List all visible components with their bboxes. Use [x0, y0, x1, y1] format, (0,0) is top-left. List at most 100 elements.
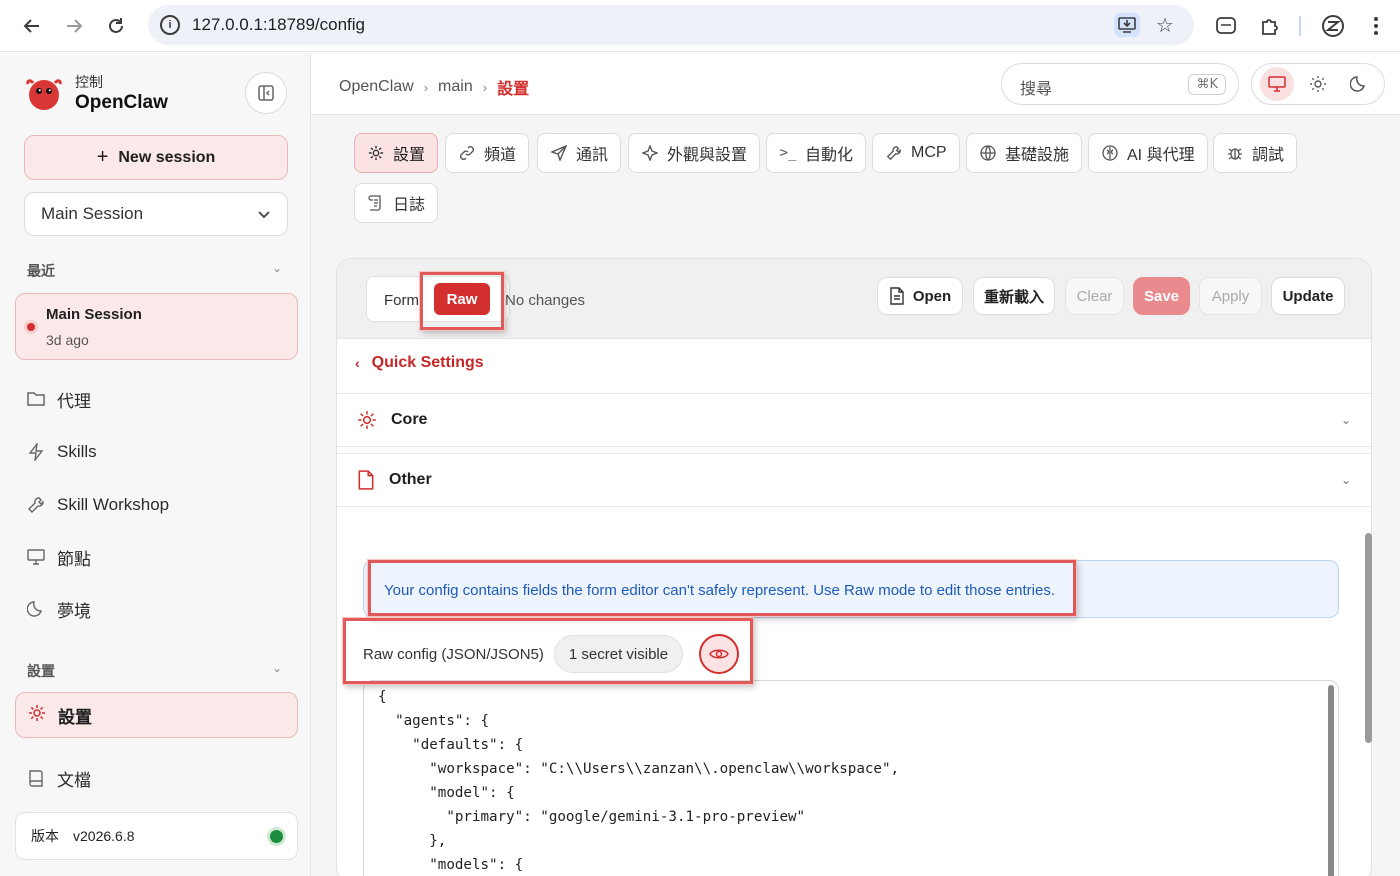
tab-appearance[interactable]: 外觀與設置 [628, 133, 761, 173]
mode-form-button[interactable]: Form [384, 292, 419, 309]
tab-infrastructure[interactable]: 基礎設施 [966, 133, 1083, 173]
recent-collapse-icon[interactable]: ⌄ [272, 261, 282, 275]
new-session-label: New session [118, 148, 216, 166]
plus-icon: + [96, 146, 109, 168]
sidebar-item-nodes[interactable]: 節點 [27, 545, 91, 569]
sidebar-item-skill-workshop[interactable]: Skill Workshop [27, 493, 169, 517]
sidebar-item-dreams[interactable]: 夢境 [27, 597, 91, 621]
config-editor-panel: Form Raw No changes Open 重新載入 Clear Save… [336, 258, 1372, 876]
theme-dark-button[interactable] [1342, 67, 1376, 101]
raw-config-textarea[interactable]: { "agents": { "defaults": { "workspace":… [363, 680, 1339, 876]
reload-button[interactable]: 重新載入 [973, 277, 1055, 315]
open-button[interactable]: Open [877, 277, 963, 315]
site-info-icon[interactable]: i [160, 15, 180, 35]
recent-session-item[interactable]: Main Session 3d ago [15, 293, 298, 360]
breadcrumb-item[interactable]: OpenClaw [339, 78, 414, 96]
tab-debug[interactable]: 調試 [1213, 133, 1298, 173]
theme-system-button[interactable] [1259, 67, 1294, 101]
tab-ai-agents[interactable]: AI 與代理 [1088, 133, 1208, 173]
link-icon [458, 145, 476, 161]
apply-button[interactable]: Apply [1199, 277, 1262, 315]
tab-label: 設置 [393, 147, 426, 164]
sidebar: 控制 OpenClaw + New session Main Session 最… [0, 53, 311, 876]
tab-mcp[interactable]: MCP [872, 133, 960, 173]
scroll-icon [367, 195, 385, 211]
collapse-sidebar-button[interactable] [245, 72, 287, 114]
tab-channels[interactable]: 頻道 [445, 133, 530, 173]
mode-raw-button[interactable]: Raw [434, 283, 490, 315]
brand-title: OpenClaw [75, 92, 168, 113]
breadcrumb-item[interactable]: main [438, 78, 473, 96]
session-select-value: Main Session [41, 204, 144, 223]
moon-icon [27, 600, 45, 618]
reload-icon[interactable] [100, 10, 132, 42]
gear-icon [358, 411, 376, 429]
toggle-secrets-button[interactable] [699, 634, 740, 674]
chevron-down-icon [258, 211, 270, 219]
update-button[interactable]: Update [1271, 277, 1345, 315]
active-session-dot [27, 323, 35, 331]
status-ok-dot [270, 830, 283, 843]
section-title: Core [391, 411, 428, 428]
quick-settings-link[interactable]: ‹ Quick Settings [355, 354, 484, 372]
sidebar-item-docs[interactable]: 文檔 [27, 766, 91, 790]
new-session-button[interactable]: + New session [24, 135, 288, 180]
monitor-icon [27, 548, 45, 566]
search-placeholder: 搜尋 [1020, 81, 1053, 98]
back-icon[interactable] [16, 10, 48, 42]
chevron-down-icon: ⌄ [1340, 413, 1351, 427]
bookmark-star-icon[interactable]: ☆ [1152, 13, 1178, 37]
profile-avatar-icon[interactable] [1319, 12, 1347, 40]
raw-config-label: Raw config (JSON/JSON5) [363, 645, 544, 663]
monitor-icon [1267, 76, 1286, 92]
version-value: v2026.6.8 [73, 828, 135, 844]
sparkle-icon [641, 145, 659, 161]
sun-icon [1309, 76, 1326, 92]
sidebar-toggle-icon [258, 85, 274, 101]
openclaw-logo-icon [26, 79, 62, 110]
sidebar-item-label: 設置 [58, 707, 92, 727]
extensions-puzzle-icon[interactable] [1256, 12, 1284, 40]
sidebar-item-settings[interactable]: 設置 [15, 692, 298, 738]
code-line: "models": { [378, 857, 524, 873]
bug-icon [1226, 145, 1244, 161]
breadcrumb-separator-icon: › [482, 79, 488, 95]
raw-config-code: { "agents": { "defaults": { "workspace":… [378, 685, 899, 876]
tab-logs[interactable]: 日誌 [354, 183, 439, 223]
sidebar-item-agents[interactable]: 代理 [27, 387, 91, 411]
theme-light-button[interactable] [1301, 67, 1335, 101]
secret-visible-badge: 1 secret visible [553, 635, 684, 673]
clear-button[interactable]: Clear [1065, 277, 1124, 315]
code-scrollbar[interactable] [1328, 685, 1334, 876]
line-extension-icon[interactable] [1212, 12, 1240, 40]
tab-settings[interactable]: 設置 [354, 133, 439, 173]
section-title: Other [389, 471, 432, 488]
eye-icon [709, 649, 729, 659]
tab-label: MCP [911, 144, 947, 161]
address-bar[interactable]: i 127.0.0.1:18789/config ☆ [148, 5, 1194, 45]
sidebar-item-label: 文檔 [57, 770, 91, 790]
sidebar-item-label: Skills [57, 442, 97, 461]
session-select[interactable]: Main Session [24, 192, 288, 236]
wrench-icon [885, 145, 903, 161]
install-app-icon[interactable] [1114, 13, 1140, 37]
tab-messaging[interactable]: 通訊 [537, 133, 622, 173]
code-line: "primary": "google/gemini-3.1-pro-previe… [378, 809, 806, 825]
settings-collapse-icon[interactable]: ⌄ [272, 661, 282, 675]
save-button[interactable]: Save [1133, 277, 1190, 315]
gear-icon [367, 145, 385, 161]
search-input[interactable]: 搜尋 ⌘K [1001, 63, 1239, 105]
url-text[interactable]: 127.0.0.1:18789/config [192, 15, 365, 35]
sidebar-item-label: Skill Workshop [57, 495, 170, 514]
tab-automation[interactable]: >_ 自動化 [766, 133, 867, 173]
version-card: 版本 v2026.6.8 [15, 812, 298, 860]
section-core[interactable]: Core ⌄ [337, 393, 1371, 447]
sidebar-item-label: 夢境 [57, 601, 91, 621]
raw-config-header: Raw config (JSON/JSON5) 1 secret visible [363, 634, 740, 674]
page-scrollbar[interactable] [1365, 533, 1372, 743]
browser-menu-icon[interactable] [1362, 12, 1390, 40]
section-other[interactable]: Other ⌄ [337, 453, 1371, 507]
sidebar-item-skills[interactable]: Skills [27, 440, 97, 464]
forward-icon[interactable] [58, 10, 90, 42]
open-button-label: Open [912, 287, 952, 305]
